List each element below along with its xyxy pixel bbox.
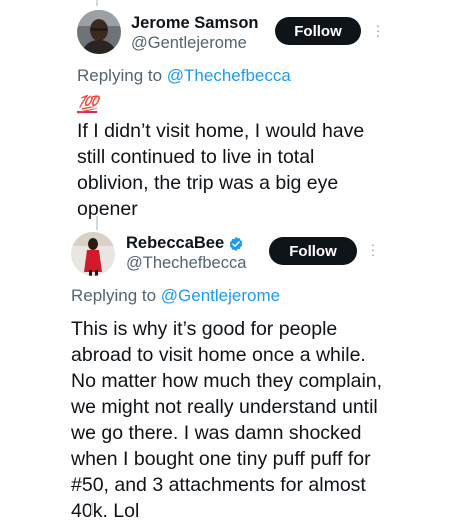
more-options-icon[interactable]: · · · xyxy=(373,18,383,42)
reply-post-rebecca: RebeccaBee @Thechefbecca Follow · · · Repl… xyxy=(0,228,451,522)
more-options-icon[interactable]: · · · xyxy=(368,237,378,261)
user-handle[interactable]: @Thechefbecca xyxy=(126,254,246,273)
verified-badge-icon xyxy=(228,236,244,252)
mention-link[interactable]: @Gentlejerome xyxy=(161,286,280,305)
replying-to-line: Replying to @Gentlejerome xyxy=(71,286,280,306)
post-text: If I didn’t visit home, I would have sti… xyxy=(77,120,365,220)
post-text: This is why it’s good for people abroad … xyxy=(71,318,383,522)
avatar[interactable] xyxy=(71,232,115,276)
replying-to-label: Replying to xyxy=(71,286,161,305)
thread-connector-line xyxy=(91,503,93,515)
replying-to-label: Replying to xyxy=(77,66,167,85)
display-name[interactable]: RebeccaBee xyxy=(126,234,224,253)
avatar[interactable] xyxy=(77,10,121,54)
reply-post-jerome: Jerome Samson @Gentlejerome Follow · · · R… xyxy=(0,0,451,220)
follow-button[interactable]: Follow xyxy=(275,17,361,45)
replying-to-line: Replying to @Thechefbecca xyxy=(77,66,291,86)
mention-link[interactable]: @Thechefbecca xyxy=(167,66,291,85)
user-handle[interactable]: @Gentlejerome xyxy=(131,34,247,53)
display-name[interactable]: Jerome Samson xyxy=(131,14,258,33)
hundred-points-icon: 💯 xyxy=(77,95,98,114)
follow-button[interactable]: Follow xyxy=(269,237,357,265)
